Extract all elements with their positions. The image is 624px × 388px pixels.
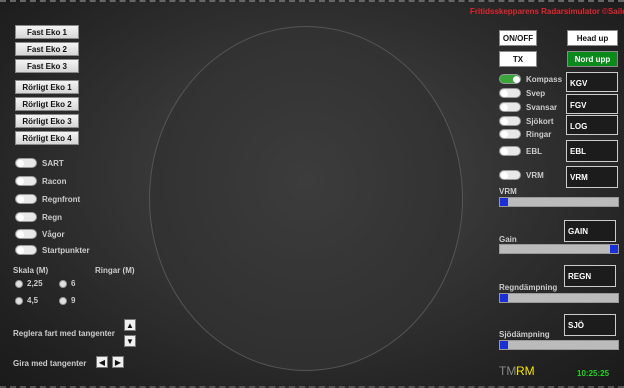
radio-label: 6 — [71, 279, 76, 288]
radio-label: 4,5 — [27, 296, 39, 305]
toggle-switch[interactable] — [15, 176, 37, 186]
toggle-label: Ringar — [526, 129, 552, 139]
toggle-switch[interactable] — [499, 88, 521, 98]
clock-display: 10:25:25 — [577, 369, 610, 378]
toggle-switch[interactable] — [15, 158, 37, 168]
sjo-display: SJÖ — [564, 314, 616, 336]
scale-label: Skala (M) — [13, 266, 49, 275]
moving-echo-1-button[interactable]: Rörligt Eko 1 — [15, 80, 79, 94]
moving-echo-4-button[interactable]: Rörligt Eko 4 — [15, 131, 79, 145]
slider-thumb[interactable] — [500, 198, 508, 206]
toggle-sart[interactable]: SART — [15, 158, 64, 168]
toggle-label: Kompass — [526, 74, 563, 84]
toggle-switch[interactable] — [499, 170, 521, 180]
slider-thumb[interactable] — [610, 245, 618, 253]
tm-mode-button[interactable]: TM — [499, 364, 516, 378]
speed-control-label: Reglera fart med tangenter — [13, 329, 115, 338]
toggle-regnfront[interactable]: Regnfront — [15, 194, 80, 204]
toggle-switch[interactable] — [499, 116, 521, 126]
scale-option-2-25[interactable]: 2,25 — [15, 279, 43, 288]
toggle-switch[interactable] — [15, 229, 37, 239]
fixed-echo-1-button[interactable]: Fast Eko 1 — [15, 25, 79, 39]
turn-control-label: Gira med tangenter — [13, 359, 87, 368]
sjo-slider-label: Sjödämpning — [499, 330, 550, 339]
toggle-label: Svep — [526, 88, 546, 98]
radio-icon[interactable] — [59, 279, 67, 288]
toggle-label: Racon — [42, 176, 67, 186]
sjo-slider[interactable] — [499, 340, 619, 350]
toggle-kompass[interactable]: Kompass — [499, 74, 562, 84]
scale-option-9[interactable]: 9 — [59, 296, 75, 305]
toggle-svansar[interactable]: Svansar — [499, 102, 557, 112]
radio-label: 9 — [71, 296, 76, 305]
vrm-slider[interactable] — [499, 197, 619, 207]
toggle-switch[interactable] — [15, 194, 37, 204]
toggle-label: Vågor — [42, 229, 65, 239]
fixed-echo-3-button[interactable]: Fast Eko 3 — [15, 59, 79, 73]
toggle-ebl[interactable]: EBL — [499, 146, 542, 156]
slider-thumb[interactable] — [500, 294, 508, 302]
radar-screen[interactable] — [149, 26, 463, 371]
vrm-slider-label: VRM — [499, 187, 517, 196]
scale-option-6[interactable]: 6 — [59, 279, 75, 288]
toggle-switch[interactable] — [15, 245, 37, 255]
toggle-racon[interactable]: Racon — [15, 176, 66, 186]
rm-mode-button[interactable]: RM — [516, 364, 535, 378]
turn-left-button[interactable]: ◀ — [96, 356, 108, 368]
gain-display: GAIN — [564, 220, 616, 242]
toggle-switch[interactable] — [499, 129, 521, 139]
regn-slider-label: Regndämpning — [499, 283, 558, 292]
north-up-button[interactable]: Nord upp — [567, 51, 618, 67]
toggle-vagor[interactable]: Vågor — [15, 229, 65, 239]
speed-up-button[interactable]: ▲ — [124, 319, 136, 331]
toggle-regn[interactable]: Regn — [15, 212, 62, 222]
toggle-label: Sjökort — [526, 116, 554, 126]
toggle-switch[interactable] — [499, 146, 521, 156]
toggle-sjokort[interactable]: Sjökort — [499, 116, 554, 126]
rings-label: Ringar (M) — [95, 266, 135, 275]
toggle-label: Regn — [42, 212, 62, 222]
onoff-button[interactable]: ON/OFF — [499, 30, 537, 46]
toggle-svep[interactable]: Svep — [499, 88, 545, 98]
regn-display: REGN — [564, 265, 616, 287]
toggle-label: SART — [42, 158, 64, 168]
vrm-display: VRM — [566, 166, 618, 188]
moving-echo-2-button[interactable]: Rörligt Eko 2 — [15, 97, 79, 111]
toggle-startpunkter[interactable]: Startpunkter — [15, 245, 90, 255]
app-title: Fritidsskepparens Radarsimulator ©Sailon — [470, 7, 624, 16]
radio-icon[interactable] — [15, 296, 23, 305]
gain-slider[interactable] — [499, 244, 619, 254]
radio-icon[interactable] — [59, 296, 67, 305]
toggle-switch[interactable] — [499, 102, 521, 112]
scale-option-4-5[interactable]: 4,5 — [15, 296, 38, 305]
slider-thumb[interactable] — [500, 341, 508, 349]
toggle-ringar[interactable]: Ringar — [499, 129, 551, 139]
head-up-button[interactable]: Head up — [567, 30, 618, 46]
fixed-echo-2-button[interactable]: Fast Eko 2 — [15, 42, 79, 56]
toggle-label: Svansar — [526, 102, 558, 112]
radar-simulator-app: Fritidsskepparens Radarsimulator ©Sailon… — [0, 0, 624, 388]
toggle-switch[interactable] — [15, 212, 37, 222]
toggle-label: EBL — [526, 146, 542, 156]
log-display: LOG — [566, 115, 618, 135]
fgv-display: FGV — [566, 94, 618, 114]
toggle-switch[interactable] — [499, 74, 521, 84]
moving-echo-3-button[interactable]: Rörligt Eko 3 — [15, 114, 79, 128]
ebl-display: EBL — [566, 140, 618, 162]
toggle-label: Startpunkter — [42, 245, 90, 255]
toggle-label: VRM — [526, 170, 544, 180]
turn-right-button[interactable]: ▶ — [112, 356, 124, 368]
gain-slider-label: Gain — [499, 235, 517, 244]
radio-label: 2,25 — [27, 279, 43, 288]
toggle-vrm[interactable]: VRM — [499, 170, 544, 180]
kgv-display: KGV — [566, 72, 618, 92]
speed-down-button[interactable]: ▼ — [124, 335, 136, 347]
tx-button[interactable]: TX — [499, 51, 537, 67]
regn-slider[interactable] — [499, 293, 619, 303]
toggle-label: Regnfront — [42, 194, 81, 204]
radio-icon[interactable] — [15, 279, 23, 288]
